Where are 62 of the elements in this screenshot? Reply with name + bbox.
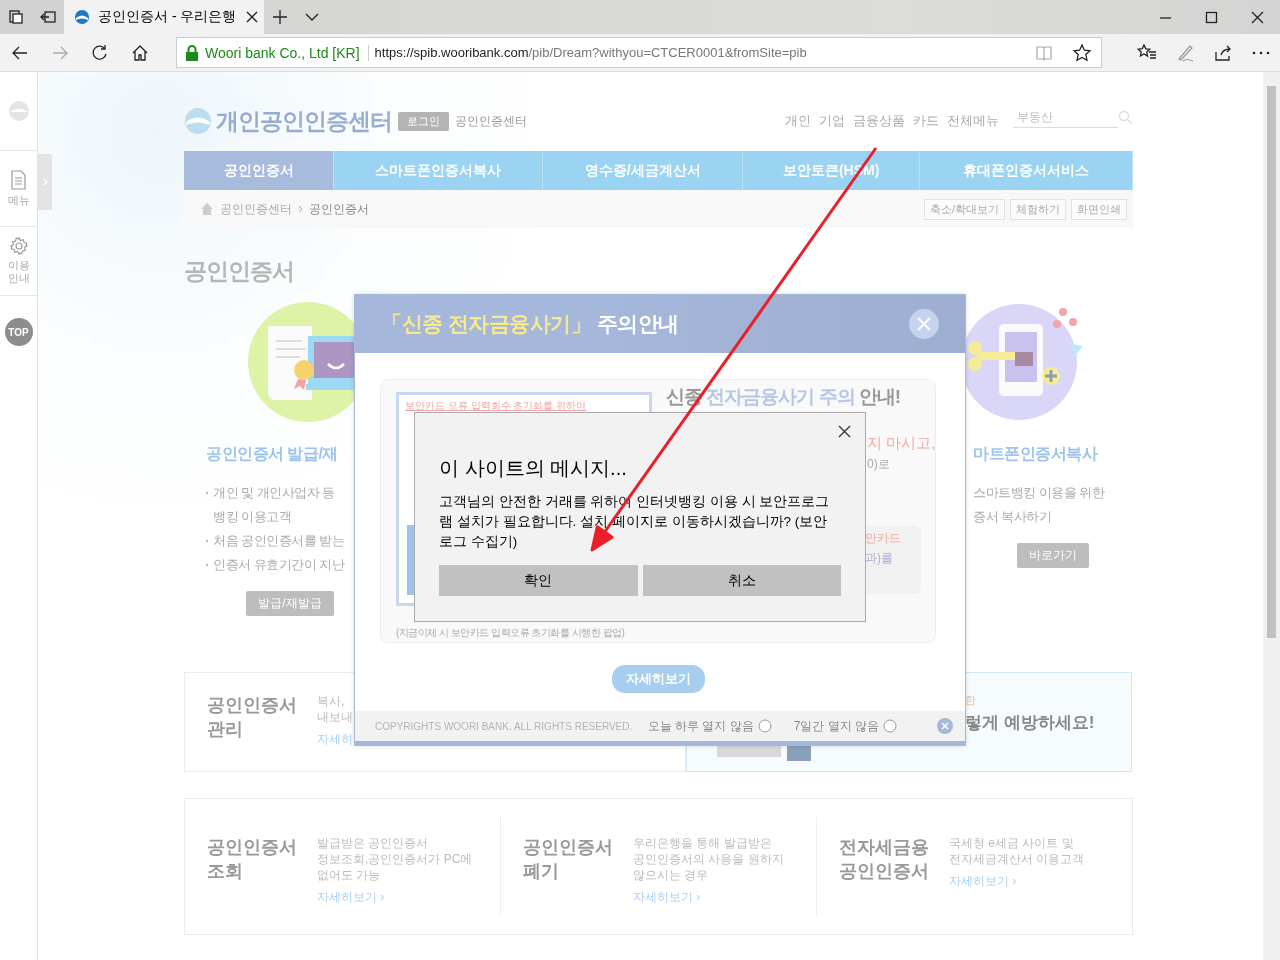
info-title: 공인인증서 폐기 [523,836,614,883]
info-text: 우리은행을 통해 발급받은 공인인증서의 사용을 원하지 않으시는 경우 [633,835,784,883]
copyright-text: COPYRIGHTS WOORI BANK. ALL RIGHTS RESERVED. [375,720,633,732]
site-logo-text[interactable]: 개인공인인증센터 [216,105,392,137]
sidebar-label[interactable]: 메뉴 [7,194,30,207]
details-link[interactable]: 자세히보기 › [949,873,1085,890]
bullet-text: 인증서 유효기간이 지난 [206,553,345,577]
info-text: 국세청 e세금 사이트 및 전자세금계산서 이용고객 [949,835,1085,867]
page-title: 공인인증서 [184,257,295,286]
center-link[interactable]: 공인인증센터 [455,112,527,130]
info-title: 공인인증서 관리 [207,694,298,741]
dialog-button[interactable]: 취소 [642,565,841,596]
dialog-button[interactable]: 확인 [439,565,638,596]
top-menu-link[interactable]: 개인 [785,112,811,130]
notice-text: 과)를 [865,550,893,567]
tool-button[interactable]: 축소/확대보기 [923,198,1005,220]
service-button[interactable]: 발급/재발급 [246,591,334,616]
nav-tab[interactable]: 공인인증서 [184,151,335,190]
top-button[interactable]: TOP [4,318,33,346]
service-button[interactable]: 바로가기 [1017,543,1089,568]
popup-title: 「신종 전자금융사기」 주의안내 [381,311,679,337]
browser-tab[interactable]: 공인인증서 - 우리은행 [64,0,264,34]
breadcrumb-link[interactable]: 공인인증서 [309,200,369,218]
search-field[interactable]: 부동산 [1013,106,1118,128]
card-heading: 보안카드 오류 입력회수 초기화를 위하여 [405,399,588,413]
top-menu-link[interactable]: 전체메뉴 [947,112,999,130]
notice-text: 안카드 [865,530,901,547]
card-caption: (지금이체 시 보안카드 입력오류 초기화를 시행한 팝업) [396,626,626,640]
bullet-text: 처음 공인인증서를 받는 [206,529,345,553]
url-text: https://spib.wooribank.com/pib/Dream?withyou=CTCER0001&fromSite=pib [373,45,808,60]
details-button[interactable]: 자세히보기 [612,665,705,693]
info-text: 발급받은 공인인증서 정보조회,공인인증서가 PC에 없어도 가능 [317,835,473,883]
info-title: 전자세금용 공인인증서 [839,836,930,883]
details-link[interactable]: 자세히보기 › [633,889,784,906]
breadcrumb-link[interactable]: 공인인증센터 [220,200,292,218]
option-label[interactable]: 7일간 열지 않음 [793,717,879,735]
login-button[interactable]: 로그인 [398,111,449,131]
option-label[interactable]: 오늘 하루 열지 않음 [647,717,754,735]
info-text: 복사, 내보내 [317,693,353,725]
service-title[interactable]: 마트폰인증서복사 [973,444,1097,465]
service-title[interactable]: 공인인증서 발급/재 [206,444,338,465]
note-text: 한 [965,693,976,708]
notice-text: 0)로 [867,456,890,473]
dialog-title: 이 사이트의 메시지... [439,456,628,481]
tool-button[interactable]: 체험하기 [1010,198,1066,220]
bullet-text: 개인 및 개인사업자 등 뱅킹 이용고객 [206,481,335,529]
warning-headline: 렇게 예방하세요! [965,712,1095,734]
nav-tab[interactable]: 스마트폰인증서복사 [334,151,544,190]
details-link[interactable]: 자세히보기 › [317,889,473,906]
address-bar[interactable]: Woori bank Co., Ltd [KR] https://spib.wooribank.com/pib/Dream?withyou=CTCER0001&fromSite=pib [176,37,1102,68]
notice-text: 지 마시고, [867,434,936,453]
details-link[interactable]: 자세히 [317,731,353,748]
nav-tab[interactable]: 휴대폰인증서서비스 [920,151,1133,190]
top-menu-link[interactable]: 금융상품 [853,112,905,130]
info-title: 공인인증서 조회 [207,836,298,883]
top-menu-link[interactable]: 카드 [913,112,939,130]
bullet-text: 스마트뱅킹 이용을 위한 증서 복사하기 [973,484,1105,526]
tool-button[interactable]: 화면인쇄 [1071,198,1127,220]
top-menu-link[interactable]: 기업 [819,112,845,130]
nav-tab[interactable]: 영수증/세금계산서 [543,151,744,190]
sidebar-label[interactable]: 이용 안내 [7,259,30,285]
site-identity: Woori bank Co., Ltd [KR] [199,44,369,61]
